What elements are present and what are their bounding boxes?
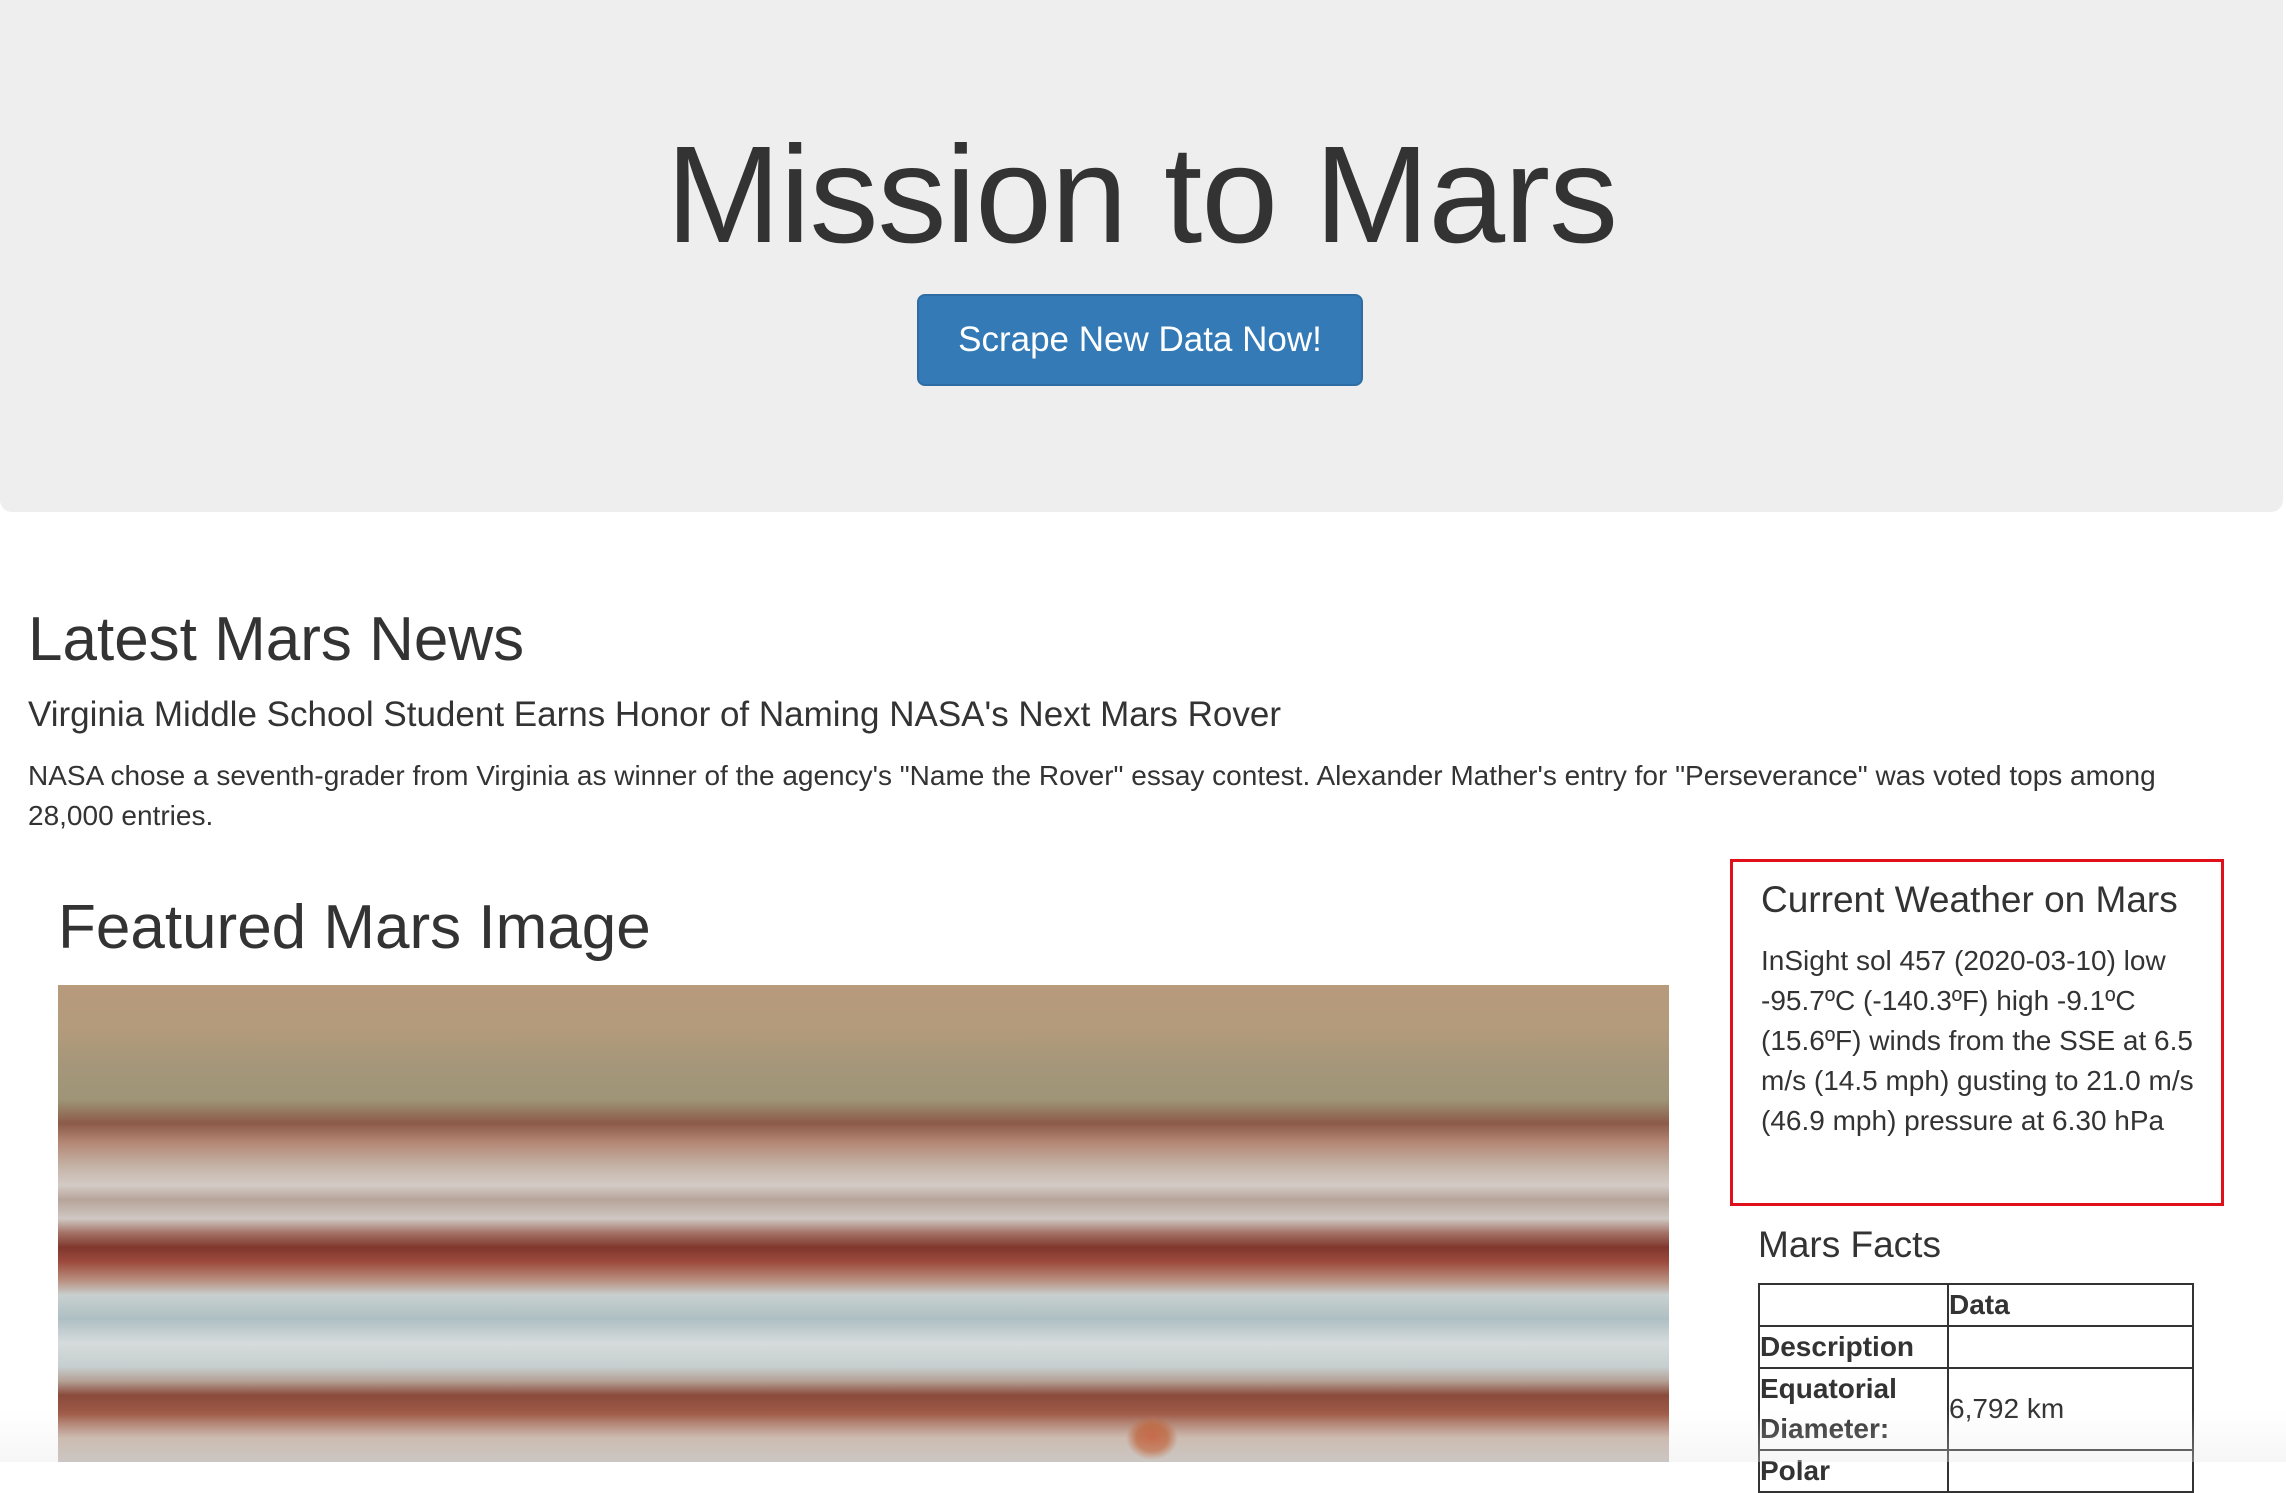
table-header-empty [1758, 1283, 1949, 1327]
table-row-label: Polar [1758, 1449, 1949, 1493]
table-header-data: Data [1947, 1283, 2194, 1327]
featured-image-heading: Featured Mars Image [58, 893, 651, 962]
latest-news-heading: Latest Mars News [28, 605, 525, 674]
page-title: Mission to Mars [665, 118, 1618, 272]
table-row: Description [1758, 1325, 2194, 1369]
table-row: Equatorial Diameter: 6,792 km [1758, 1367, 2194, 1451]
table-row-value [1947, 1449, 2194, 1493]
table-header-row: Data [1758, 1283, 2194, 1327]
weather-heading: Current Weather on Mars [1761, 879, 2178, 920]
news-title: Virginia Middle School Student Earns Hon… [28, 695, 1281, 734]
table-row: Polar [1758, 1449, 2194, 1493]
table-row-label: Equatorial Diameter: [1758, 1367, 1949, 1451]
scrape-new-data-button[interactable]: Scrape New Data Now! [917, 294, 1363, 386]
news-paragraph: NASA chose a seventh-grader from Virgini… [28, 760, 2156, 831]
table-row-value: 6,792 km [1947, 1367, 2194, 1451]
featured-mars-image [58, 985, 1669, 1462]
jumbotron-header: Mission to Mars Scrape New Data Now! [0, 0, 2283, 512]
mars-facts-heading: Mars Facts [1758, 1224, 1941, 1265]
table-row-value [1947, 1325, 2194, 1369]
weather-text: InSight sol 457 (2020-03-10) low -95.7ºC… [1761, 945, 2194, 1136]
table-row-label: Description [1758, 1325, 1949, 1369]
